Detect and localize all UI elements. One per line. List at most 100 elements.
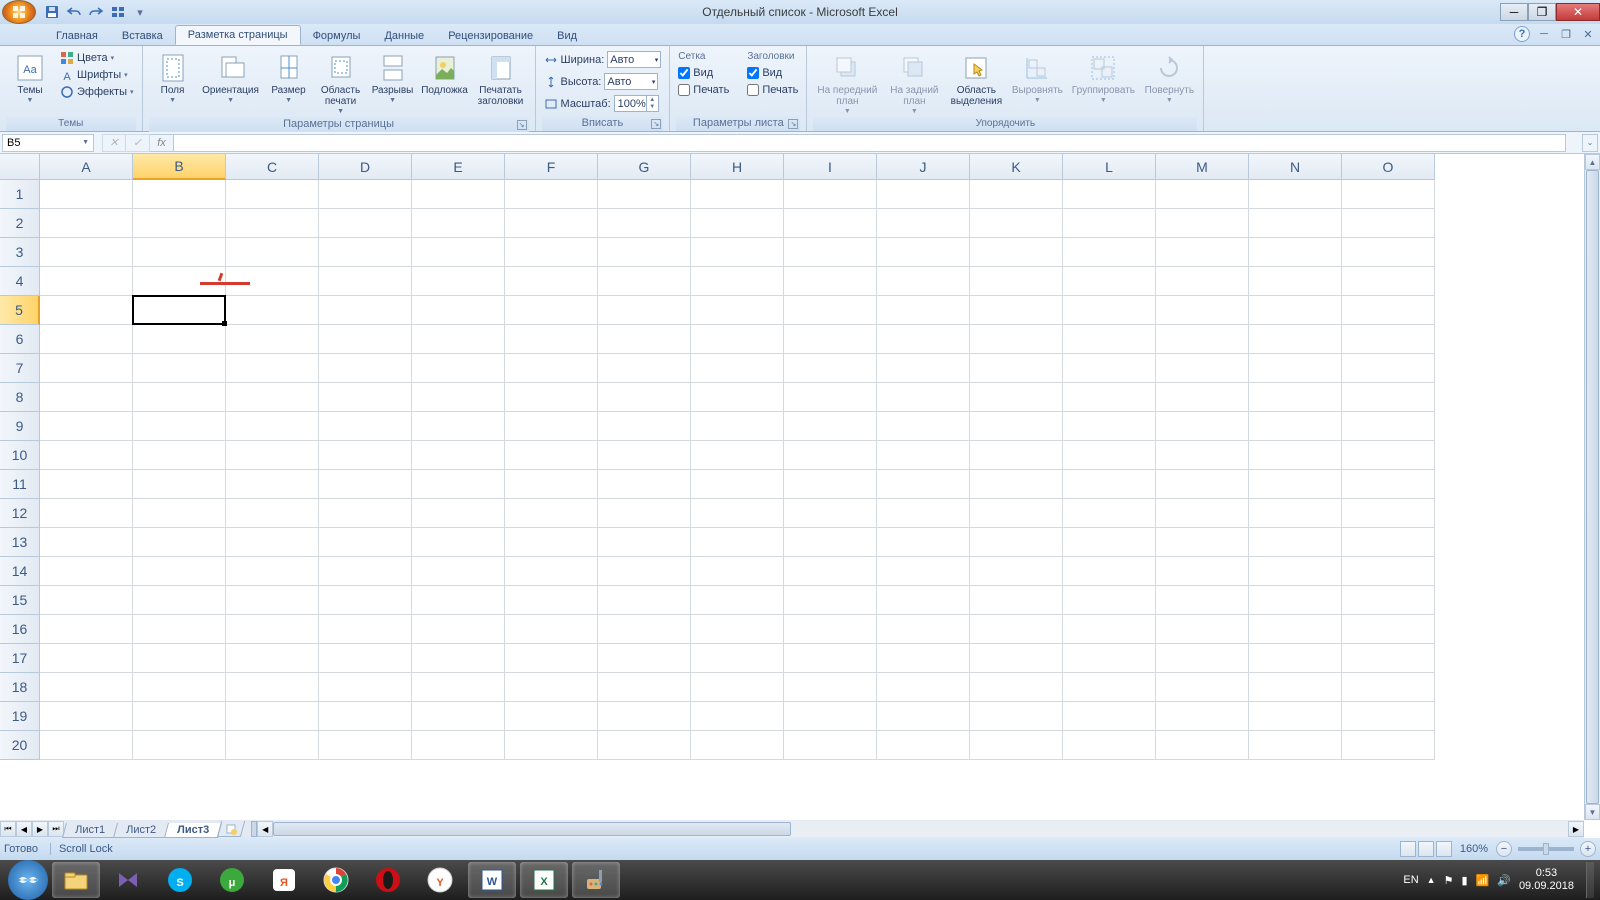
cell[interactable]	[598, 644, 691, 673]
cell[interactable]	[1342, 296, 1435, 325]
cell[interactable]	[970, 470, 1063, 499]
cell[interactable]	[1063, 644, 1156, 673]
tray-clock[interactable]: 0:53 09.09.2018	[1519, 867, 1578, 893]
cell[interactable]	[784, 209, 877, 238]
cell[interactable]	[1156, 267, 1249, 296]
row-header-4[interactable]: 4	[0, 267, 40, 296]
cell[interactable]	[1342, 267, 1435, 296]
sheet-nav-next-icon[interactable]: ▶	[32, 821, 48, 837]
cell[interactable]	[319, 644, 412, 673]
cell[interactable]	[1342, 441, 1435, 470]
cell[interactable]	[1249, 383, 1342, 412]
cell[interactable]	[40, 702, 133, 731]
cell[interactable]	[970, 383, 1063, 412]
cell[interactable]	[1342, 644, 1435, 673]
cell[interactable]	[505, 441, 598, 470]
taskbar-excel-icon[interactable]: X	[520, 862, 568, 898]
cell[interactable]	[505, 354, 598, 383]
zoom-in-button[interactable]: +	[1580, 841, 1596, 857]
cell[interactable]	[319, 180, 412, 209]
cell[interactable]	[319, 441, 412, 470]
cell[interactable]	[1156, 644, 1249, 673]
cell[interactable]	[598, 499, 691, 528]
minimize-button[interactable]: ─	[1500, 3, 1528, 21]
gridlines-print-checkbox[interactable]: Печать	[676, 83, 731, 97]
headings-view-checkbox[interactable]: Вид	[745, 66, 800, 80]
cell[interactable]	[505, 383, 598, 412]
sheet-options-dialog-icon[interactable]: ↘	[788, 119, 798, 129]
orientation-button[interactable]: Ориентация▼	[201, 50, 261, 106]
cell[interactable]	[784, 383, 877, 412]
cell[interactable]	[505, 615, 598, 644]
cell[interactable]	[505, 296, 598, 325]
cell[interactable]	[1249, 499, 1342, 528]
cell[interactable]	[319, 528, 412, 557]
cell[interactable]	[1156, 296, 1249, 325]
taskbar-explorer-icon[interactable]	[52, 862, 100, 898]
cell[interactable]	[1063, 296, 1156, 325]
cell[interactable]	[784, 673, 877, 702]
cell[interactable]	[970, 586, 1063, 615]
cell[interactable]	[1063, 267, 1156, 296]
cell[interactable]	[691, 557, 784, 586]
cell[interactable]	[412, 267, 505, 296]
cell[interactable]	[133, 238, 226, 267]
qat-customize-icon[interactable]: ▾	[130, 3, 150, 21]
cell[interactable]	[226, 354, 319, 383]
cell[interactable]	[226, 644, 319, 673]
cell[interactable]	[970, 180, 1063, 209]
cell[interactable]	[133, 354, 226, 383]
taskbar-opera-icon[interactable]	[364, 862, 412, 898]
cell[interactable]	[877, 383, 970, 412]
cell[interactable]	[784, 499, 877, 528]
tray-flag-icon[interactable]: ⚑	[1444, 874, 1454, 887]
cell[interactable]	[1063, 499, 1156, 528]
cell[interactable]	[40, 383, 133, 412]
sheet-nav-last-icon[interactable]: ⏭	[48, 821, 64, 837]
cell[interactable]	[133, 412, 226, 441]
cell[interactable]	[1063, 441, 1156, 470]
taskbar-word-icon[interactable]: W	[468, 862, 516, 898]
cell[interactable]	[691, 180, 784, 209]
cell[interactable]	[1063, 673, 1156, 702]
cell[interactable]	[598, 731, 691, 760]
row-header-11[interactable]: 11	[0, 470, 40, 499]
help-icon[interactable]: ?	[1514, 26, 1530, 42]
cell[interactable]	[412, 499, 505, 528]
cell[interactable]	[133, 325, 226, 354]
cell[interactable]	[133, 180, 226, 209]
cell[interactable]	[226, 238, 319, 267]
cell[interactable]	[877, 470, 970, 499]
cell[interactable]	[970, 209, 1063, 238]
cell[interactable]	[877, 441, 970, 470]
cell[interactable]	[412, 238, 505, 267]
formula-input[interactable]	[174, 134, 1566, 152]
cell[interactable]	[226, 383, 319, 412]
cell[interactable]	[226, 499, 319, 528]
cell[interactable]	[319, 325, 412, 354]
row-header-8[interactable]: 8	[0, 383, 40, 412]
cell[interactable]	[877, 528, 970, 557]
cell[interactable]	[1156, 470, 1249, 499]
save-icon[interactable]	[42, 3, 62, 21]
cell[interactable]	[1342, 238, 1435, 267]
cell[interactable]	[1156, 499, 1249, 528]
cell[interactable]	[226, 673, 319, 702]
cell[interactable]	[1156, 441, 1249, 470]
cell[interactable]	[784, 180, 877, 209]
cell[interactable]	[1063, 180, 1156, 209]
cell[interactable]	[691, 615, 784, 644]
cell[interactable]	[970, 731, 1063, 760]
row-header-15[interactable]: 15	[0, 586, 40, 615]
cell[interactable]	[1342, 702, 1435, 731]
cell[interactable]	[691, 296, 784, 325]
cell[interactable]	[1342, 325, 1435, 354]
name-box[interactable]: B5▼	[2, 134, 94, 152]
column-header-B[interactable]: B	[133, 154, 226, 180]
cell[interactable]	[1156, 325, 1249, 354]
cell[interactable]	[1249, 673, 1342, 702]
cell[interactable]	[226, 615, 319, 644]
cell[interactable]	[133, 644, 226, 673]
cell[interactable]	[226, 180, 319, 209]
row-header-19[interactable]: 19	[0, 702, 40, 731]
